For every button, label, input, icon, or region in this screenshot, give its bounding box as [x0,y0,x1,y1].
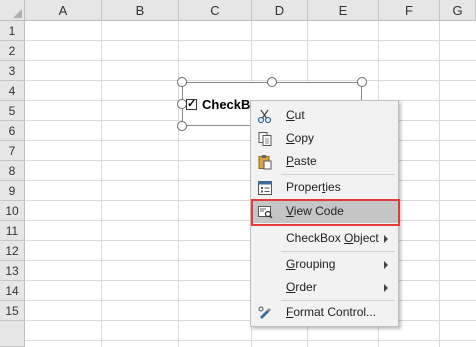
menu-separator [281,174,395,175]
menu-item-label: Copy [286,131,315,145]
row-header-9[interactable]: 9 [0,181,25,201]
menu-item-paste[interactable]: Paste [251,150,398,173]
resize-handle-top-right[interactable] [357,77,367,87]
column-header-g[interactable]: G [440,0,476,21]
row-header-2[interactable]: 2 [0,41,25,61]
view-code-icon [257,204,273,220]
row-header-7[interactable]: 7 [0,141,25,161]
row-header-12[interactable]: 12 [0,241,25,261]
scissors-icon [257,108,273,124]
context-menu: Cut Copy Paste Properties View Code Chec… [250,100,399,327]
select-all-triangle [13,9,22,18]
column-header-d[interactable]: D [252,0,308,21]
row-header-6[interactable]: 6 [0,121,25,141]
menu-separator [281,251,395,252]
row-header-14[interactable]: 14 [0,281,25,301]
properties-icon [257,180,273,196]
menu-item-format-control[interactable]: Format Control... [251,301,398,324]
copy-icon [257,131,273,147]
menu-item-label: CheckBox Object [286,231,379,245]
gridline [101,21,102,347]
gridline [439,21,440,347]
row-header-1[interactable]: 1 [0,21,25,41]
row-header-11[interactable]: 11 [0,221,25,241]
row-header-13[interactable]: 13 [0,261,25,281]
menu-item-checkbox-object[interactable]: CheckBox Object [251,227,398,250]
gridline [178,21,179,347]
row-header-8[interactable]: 8 [0,161,25,181]
resize-handle-top-center[interactable] [267,77,277,87]
menu-item-grouping[interactable]: Grouping [251,253,398,276]
select-all-corner[interactable] [0,0,25,21]
column-header-a[interactable]: A [25,0,102,21]
menu-item-label: Properties [286,180,341,194]
menu-item-view-code[interactable]: View Code [251,200,398,223]
row-header-16[interactable] [0,321,25,347]
submenu-arrow-icon [384,261,388,269]
paste-icon [257,154,273,170]
column-header-b[interactable]: B [102,0,179,21]
column-header-e[interactable]: E [308,0,379,21]
row-header-10[interactable]: 10 [0,201,25,221]
spreadsheet-grid: A B C D E F G 1 2 3 4 5 6 7 8 9 10 11 12… [0,0,476,347]
resize-handle-bottom-left[interactable] [177,121,187,131]
menu-item-label: Format Control... [286,305,377,319]
resize-handle-top-left[interactable] [177,77,187,87]
menu-item-label: Order [286,280,317,294]
submenu-arrow-icon [384,235,388,243]
row-header-15[interactable]: 15 [0,301,25,321]
menu-item-label: Grouping [286,257,336,271]
menu-item-copy[interactable]: Copy [251,127,398,150]
row-header-4[interactable]: 4 [0,81,25,101]
column-header-c[interactable]: C [179,0,252,21]
format-control-icon [257,305,273,321]
menu-item-cut[interactable]: Cut [251,104,398,127]
menu-item-label: Paste [286,154,317,168]
menu-item-properties[interactable]: Properties [251,176,398,199]
submenu-arrow-icon [384,284,388,292]
checkbox-check-icon[interactable]: ✓ [186,99,197,110]
row-header-5[interactable]: 5 [0,101,25,121]
menu-item-order[interactable]: Order [251,276,398,299]
menu-separator [281,225,395,226]
column-header-f[interactable]: F [379,0,440,21]
menu-item-label: Cut [286,108,305,122]
menu-item-label: View Code [286,204,344,218]
checkbox-label: CheckBo [202,97,250,112]
row-header-3[interactable]: 3 [0,61,25,81]
